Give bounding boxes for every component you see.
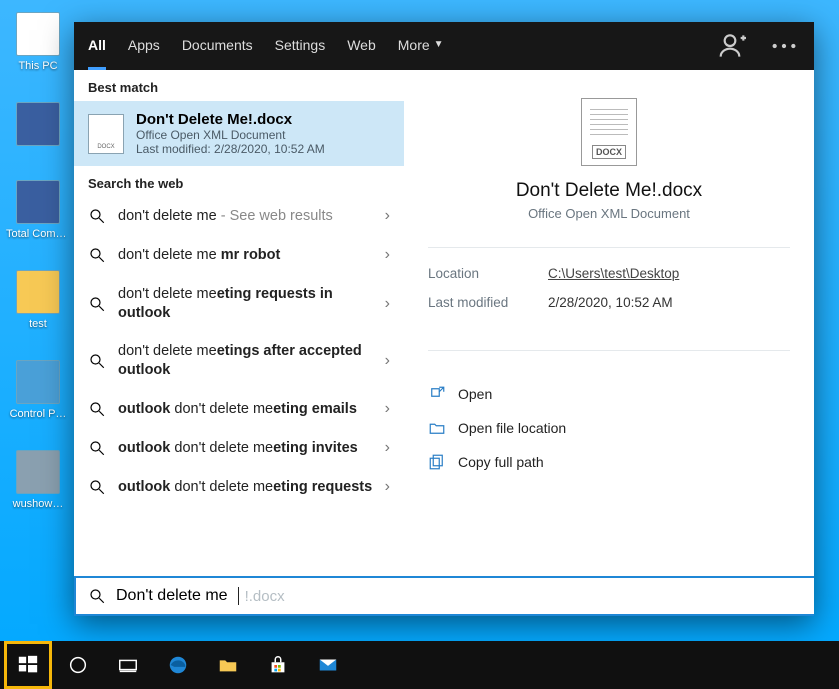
search-icon [88, 478, 106, 496]
search-icon [88, 352, 106, 370]
web-suggestions: don't delete me - See web results›don't … [74, 197, 404, 507]
search-icon [88, 295, 106, 313]
search-icon [88, 246, 106, 264]
task-view-button[interactable] [104, 641, 152, 689]
tab-more[interactable]: More ▼ [398, 22, 444, 70]
desktop-icon-test-folder[interactable]: test [6, 270, 70, 330]
preview-title: Don't Delete Me!.docx [428, 180, 790, 202]
desktop-icon-generic-1[interactable] [6, 102, 70, 150]
taskbar-store[interactable] [254, 641, 302, 689]
store-icon [267, 654, 289, 676]
circle-icon [67, 654, 89, 676]
folder-icon [428, 419, 446, 437]
best-match-subtitle: Office Open XML Document [136, 128, 325, 142]
chevron-right-icon: › [385, 295, 390, 313]
web-suggestion[interactable]: don't delete me - See web results › [74, 197, 404, 236]
start-button[interactable] [4, 641, 52, 689]
docx-icon [88, 114, 124, 154]
floppy-icon [16, 102, 60, 146]
folder-icon [217, 654, 239, 676]
open-icon [428, 385, 446, 403]
web-suggestion-text: don't delete meetings after accepted out… [118, 342, 373, 380]
taskbar-mail[interactable] [304, 641, 352, 689]
search-header: All Apps Documents Settings Web More ▼ [74, 22, 814, 70]
taskbar-edge[interactable] [154, 641, 202, 689]
action-open-location[interactable]: Open file location [428, 411, 790, 445]
cortana-button[interactable] [54, 641, 102, 689]
best-match-modified: Last modified: 2/28/2020, 10:52 AM [136, 142, 325, 156]
search-icon [88, 439, 106, 457]
search-box[interactable]: Don't delete me !.docx [74, 576, 814, 616]
pc-icon [16, 12, 60, 56]
preview-subtitle: Office Open XML Document [428, 206, 790, 221]
search-typed-text: Don't delete me [116, 587, 228, 605]
web-suggestion-text: don't delete me - See web results [118, 207, 373, 226]
tab-documents[interactable]: Documents [182, 22, 253, 70]
desktop-icon-wushow[interactable]: wushow… [6, 450, 70, 510]
action-copy-path[interactable]: Copy full path [428, 445, 790, 479]
chevron-right-icon: › [385, 400, 390, 418]
folder-icon [16, 270, 60, 314]
best-match-result[interactable]: Don't Delete Me!.docx Office Open XML Do… [74, 101, 404, 166]
taskbar-file-explorer[interactable] [204, 641, 252, 689]
chevron-right-icon: › [385, 207, 390, 225]
windows-logo-icon [17, 654, 39, 676]
desktop-icon-this-pc[interactable]: This PC [6, 12, 70, 72]
chevron-right-icon: › [385, 478, 390, 496]
results-list: Best match Don't Delete Me!.docx Office … [74, 70, 404, 576]
web-suggestion[interactable]: don't delete meetings after accepted out… [74, 332, 404, 390]
web-suggestion[interactable]: outlook don't delete meeting emails › [74, 390, 404, 429]
web-suggestion-text: outlook don't delete meeting emails [118, 400, 373, 419]
copy-icon [428, 453, 446, 471]
control-panel-icon [16, 360, 60, 404]
preview-pane: DOCX Don't Delete Me!.docx Office Open X… [404, 70, 814, 576]
desktop-icon-total-commander[interactable]: Total Comma… [6, 180, 70, 240]
mail-icon [317, 654, 339, 676]
floppy-icon [16, 180, 60, 224]
chevron-down-icon: ▼ [434, 39, 444, 50]
web-suggestion[interactable]: don't delete me mr robot › [74, 236, 404, 275]
web-suggestion[interactable]: outlook don't delete meeting invites › [74, 429, 404, 468]
desktop-icon-column: This PC Total Comma… test Control P… wus… [6, 12, 70, 510]
action-open[interactable]: Open [428, 377, 790, 411]
edge-icon [167, 654, 189, 676]
feedback-icon[interactable] [718, 30, 750, 62]
web-suggestion-text: outlook don't delete meeting requests [118, 478, 373, 497]
tab-web[interactable]: Web [347, 22, 376, 70]
chevron-right-icon: › [385, 352, 390, 370]
modified-value: 2/28/2020, 10:52 AM [548, 295, 673, 310]
location-label: Location [428, 266, 548, 281]
chevron-right-icon: › [385, 246, 390, 264]
best-match-title: Don't Delete Me!.docx [136, 111, 325, 128]
search-icon [88, 587, 106, 605]
location-link[interactable]: C:\Users\test\Desktop [548, 266, 679, 281]
web-suggestion-text: outlook don't delete meeting invites [118, 439, 373, 458]
web-suggestion-text: don't delete meeting requests in outlook [118, 285, 373, 323]
search-icon [88, 207, 106, 225]
search-ghost-text: !.docx [245, 588, 285, 605]
start-search-flyout: All Apps Documents Settings Web More ▼ B… [74, 22, 814, 616]
web-suggestion[interactable]: outlook don't delete meeting requests › [74, 468, 404, 507]
taskbar [0, 641, 839, 689]
text-cursor [238, 587, 239, 605]
desktop-icon-control-panel[interactable]: Control P… [6, 360, 70, 420]
task-view-icon [117, 654, 139, 676]
search-icon [88, 400, 106, 418]
preview-actions: Open Open file location Copy full path [428, 377, 790, 479]
best-match-heading: Best match [74, 70, 404, 101]
more-options-icon[interactable] [768, 30, 800, 62]
modified-label: Last modified [428, 295, 548, 310]
tab-apps[interactable]: Apps [128, 22, 160, 70]
search-scope-tabs: All Apps Documents Settings Web More ▼ [88, 22, 444, 70]
search-web-heading: Search the web [74, 166, 404, 197]
web-suggestion[interactable]: don't delete meeting requests in outlook… [74, 275, 404, 333]
preview-docx-icon: DOCX [581, 98, 637, 166]
app-icon [16, 450, 60, 494]
chevron-right-icon: › [385, 439, 390, 457]
web-suggestion-text: don't delete me mr robot [118, 246, 373, 265]
tab-settings[interactable]: Settings [275, 22, 326, 70]
tab-all[interactable]: All [88, 22, 106, 70]
